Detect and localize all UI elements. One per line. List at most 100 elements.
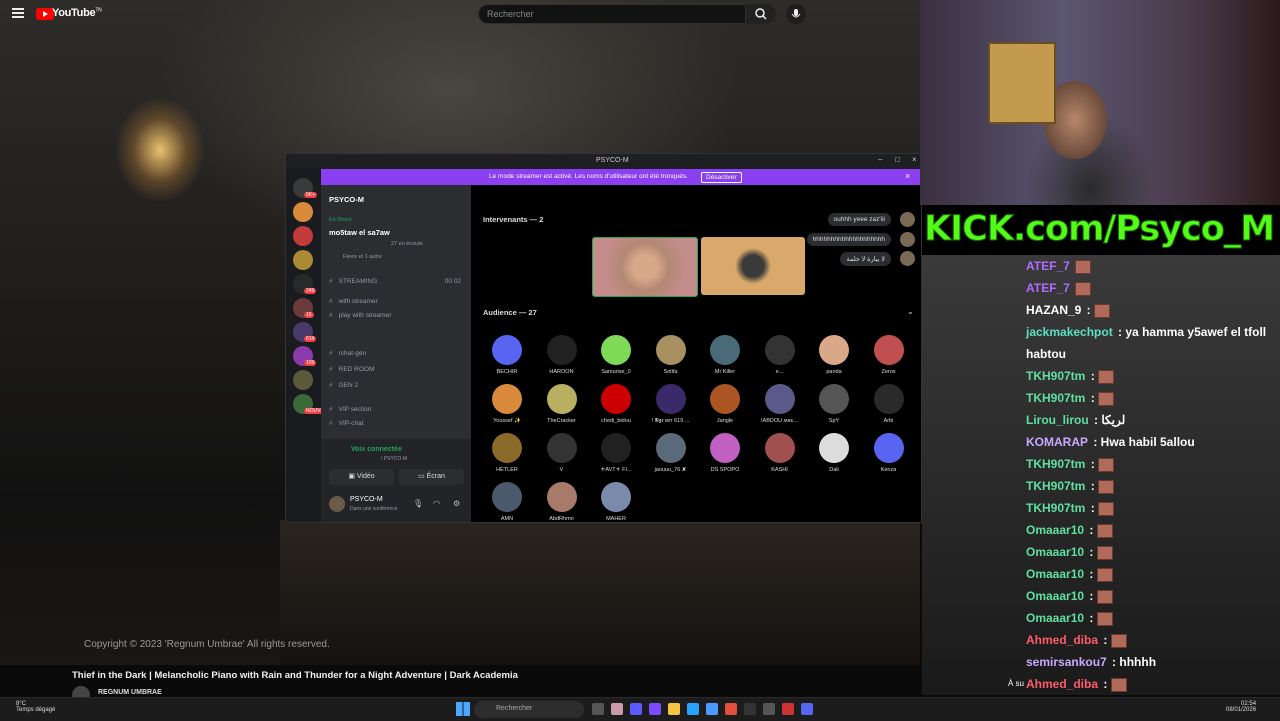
headphones-icon[interactable]: ◠	[433, 499, 440, 508]
chat-username[interactable]: Lirou_lirou	[1026, 413, 1089, 427]
chat-avatar[interactable]	[900, 232, 915, 247]
audience-member[interactable]: DS SPOPO	[698, 433, 752, 473]
maximize-icon[interactable]: □	[895, 155, 900, 164]
taskbar-app-icon[interactable]	[763, 703, 775, 715]
audience-member[interactable]: Jangle	[698, 384, 752, 424]
audience-member[interactable]: TheCracker	[535, 384, 589, 424]
audience-member[interactable]: Samurise_0	[589, 335, 643, 375]
server-icon[interactable]: NOUVEAU	[293, 394, 333, 414]
chat-username[interactable]: Omaaar10	[1026, 611, 1084, 625]
audience-member[interactable]: Kenza	[862, 433, 916, 473]
settings-gear-icon[interactable]: ⚙	[453, 499, 460, 508]
audience-member[interactable]: Sotifa	[644, 335, 698, 375]
server-icon[interactable]: 109	[293, 346, 317, 366]
menu-icon[interactable]	[12, 8, 24, 18]
server-icon[interactable]	[293, 226, 313, 246]
taskbar-app-icon[interactable]	[801, 703, 813, 715]
audience-member[interactable]: HETLER	[480, 433, 534, 473]
taskbar-app-icon[interactable]	[630, 703, 642, 715]
chat-username[interactable]: TKH907tm	[1026, 501, 1085, 515]
chat-avatar[interactable]	[900, 212, 915, 227]
audience-member[interactable]: Dali	[807, 433, 861, 473]
user-avatar[interactable]	[329, 496, 345, 512]
chat-username[interactable]: TKH907tm	[1026, 369, 1085, 383]
speaker-tile[interactable]	[701, 237, 805, 295]
screen-share-button[interactable]: ▭ Écran	[399, 469, 464, 485]
audience-member[interactable]: e...	[753, 335, 807, 375]
channel-item[interactable]: # RED ROOM	[329, 366, 467, 373]
server-icon[interactable]	[293, 250, 313, 270]
chat-username[interactable]: Ahmed_diba	[1026, 633, 1098, 647]
chat-username[interactable]: Omaaar10	[1026, 589, 1084, 603]
chat-username[interactable]: jackmakechpot	[1026, 325, 1113, 339]
server-icon[interactable]: 16	[293, 298, 314, 318]
chevron-down-icon[interactable]: ⌄	[907, 307, 914, 316]
audience-member[interactable]: ! 𝕹𝖌𝖗 ιмт 619 ...	[644, 384, 698, 425]
audience-member[interactable]: MAHER	[589, 482, 643, 522]
taskbar-search[interactable]: Rechercher	[474, 701, 584, 718]
close-icon[interactable]: ×	[912, 155, 917, 164]
taskbar-app-icon[interactable]	[649, 703, 661, 715]
audience-member[interactable]: BECHIR	[480, 335, 534, 375]
channel-name[interactable]: REGNUM UMBRAE	[98, 689, 162, 696]
channel-item[interactable]: # with streamer	[329, 298, 467, 305]
chat-avatar[interactable]	[900, 251, 915, 266]
server-icon[interactable]: 249	[293, 274, 317, 294]
server-name[interactable]: PSYCO-M	[329, 195, 364, 204]
audience-member[interactable]: ⚜AVT⚜ FI...	[589, 433, 643, 473]
audience-member[interactable]: Zerox	[862, 335, 916, 375]
taskbar-clock[interactable]: 02:54 08/01/2026	[1226, 701, 1256, 713]
chat-username[interactable]: Omaaar10	[1026, 567, 1084, 581]
audience-member[interactable]: AbdRhmn	[535, 482, 589, 522]
taskbar-app-icon[interactable]	[687, 703, 699, 715]
audience-member[interactable]: Mr Killer	[698, 335, 752, 375]
taskbar-app-icon[interactable]	[592, 703, 604, 715]
stage-name[interactable]: mo5taw el sa7aw	[329, 228, 390, 237]
audience-member[interactable]: KASHI	[753, 433, 807, 473]
mic-icon[interactable]: 🎙	[413, 499, 423, 508]
chat-username[interactable]: Omaaar10	[1026, 523, 1084, 537]
audience-member[interactable]: !ABDOU ʍʀє...	[753, 384, 807, 424]
audience-member[interactable]: AMN	[480, 482, 534, 522]
server-icon[interactable]: 614	[293, 322, 317, 342]
taskbar-app-icon[interactable]	[744, 703, 756, 715]
server-icon[interactable]	[293, 202, 313, 222]
audience-member[interactable]: panda	[807, 335, 861, 375]
close-banner-icon[interactable]: ×	[905, 171, 910, 181]
channel-item[interactable]: # STREAMING 00 02	[329, 278, 467, 285]
weather-widget[interactable]: 8°C Temps dégagé	[16, 701, 55, 713]
taskbar-app-icon[interactable]	[668, 703, 680, 715]
audience-member[interactable]: Youssef ✨	[480, 384, 534, 424]
channel-item[interactable]: # VIP section	[329, 406, 467, 413]
channel-item[interactable]: # play with streamer	[329, 312, 467, 319]
chat-username[interactable]: TKH907tm	[1026, 479, 1085, 493]
channel-item[interactable]: # GEN 2	[329, 382, 467, 389]
taskbar-app-icon[interactable]	[611, 703, 623, 715]
voice-search-button[interactable]	[786, 4, 806, 24]
chat-username[interactable]: TKH907tm	[1026, 391, 1085, 405]
audience-member[interactable]: HAROON	[535, 335, 589, 375]
chat-username[interactable]: Ahmed_diba	[1026, 677, 1098, 691]
server-icon[interactable]	[293, 370, 313, 390]
minimize-icon[interactable]: –	[878, 155, 882, 164]
youtube-search-input[interactable]: Rechercher	[478, 4, 746, 24]
chat-username[interactable]: Omaaar10	[1026, 545, 1084, 559]
audience-member[interactable]: V	[535, 433, 589, 473]
audience-member[interactable]: Arbi	[862, 384, 916, 424]
voice-connected-label[interactable]: Voix connectée	[351, 446, 402, 453]
server-icon[interactable]: 5K+	[293, 178, 318, 198]
channel-item[interactable]: # VIP-chat	[329, 420, 467, 427]
chat-username[interactable]: ATEF_7	[1026, 281, 1070, 295]
audience-member[interactable]: chedi_bidou	[589, 384, 643, 424]
audience-member[interactable]: jaouuu_76 ✘	[644, 433, 698, 473]
channel-item[interactable]: # rchat-gen	[329, 350, 467, 357]
chat-username[interactable]: semirsankou7	[1026, 655, 1107, 669]
chat-username[interactable]: HAZAN_9	[1026, 303, 1081, 317]
search-button[interactable]	[746, 4, 776, 24]
taskbar-app-icon[interactable]	[782, 703, 794, 715]
windows-start-icon[interactable]	[456, 702, 470, 716]
audience-member[interactable]: SpY	[807, 384, 861, 424]
taskbar-app-icon[interactable]	[706, 703, 718, 715]
speaker-tile[interactable]	[592, 237, 698, 297]
chat-username[interactable]: KOMARAP	[1026, 435, 1088, 449]
